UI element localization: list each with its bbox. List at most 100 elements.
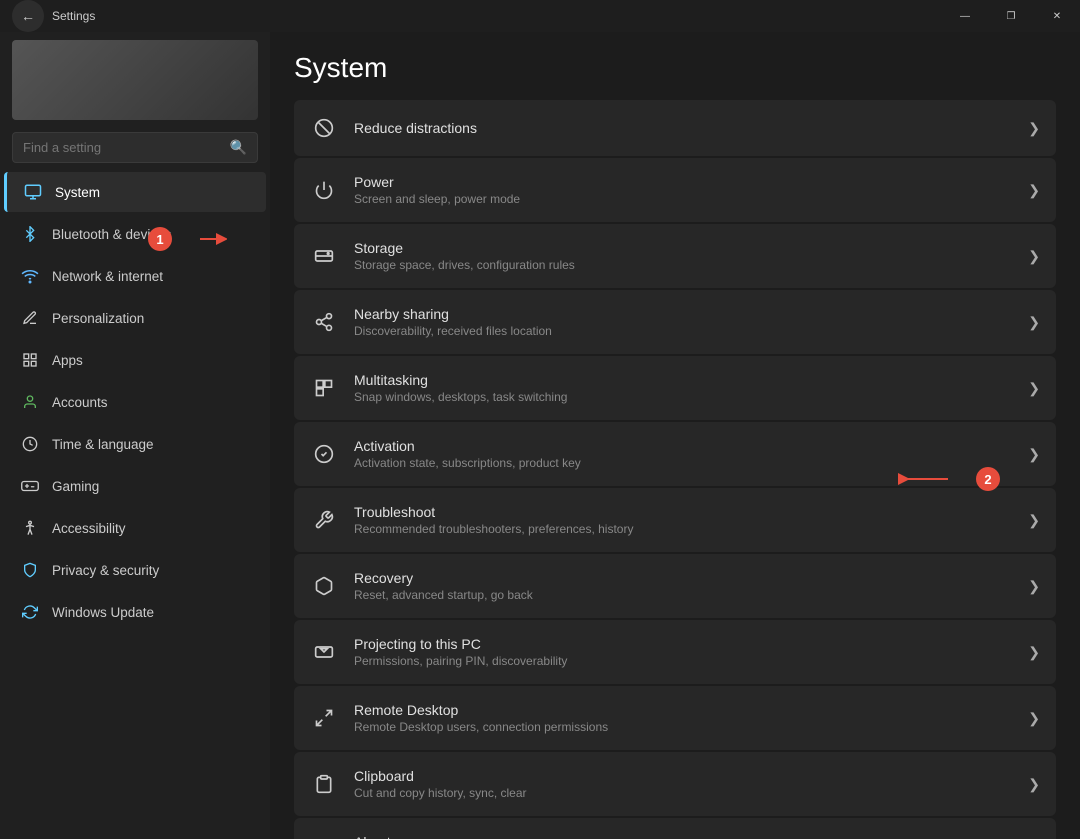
sidebar-item-update[interactable]: Windows Update — [4, 592, 266, 632]
accessibility-icon — [20, 518, 40, 538]
settings-item-subtitle: Snap windows, desktops, task switching — [354, 390, 1012, 404]
settings-list: Reduce distractions ❯ Power Screen and s… — [294, 100, 1056, 839]
time-icon — [20, 434, 40, 454]
settings-item-storage[interactable]: Storage Storage space, drives, configura… — [294, 224, 1056, 288]
sidebar-item-label: Apps — [52, 353, 83, 368]
settings-item-text: Storage Storage space, drives, configura… — [354, 240, 1012, 272]
settings-item-recovery[interactable]: Recovery Reset, advanced startup, go bac… — [294, 554, 1056, 618]
sidebar: 🔍 System Bluetooth & devices — [0, 32, 270, 839]
settings-item-subtitle: Recommended troubleshooters, preferences… — [354, 522, 1012, 536]
activation-icon — [310, 440, 338, 468]
sidebar-item-label: Gaming — [52, 479, 99, 494]
settings-item-title: About — [354, 834, 1012, 839]
troubleshoot-icon — [310, 506, 338, 534]
settings-item-clipboard[interactable]: Clipboard Cut and copy history, sync, cl… — [294, 752, 1056, 816]
sidebar-item-accounts[interactable]: Accounts — [4, 382, 266, 422]
chevron-icon: ❯ — [1028, 182, 1040, 199]
settings-item-projecting[interactable]: Projecting to this PC Permissions, pairi… — [294, 620, 1056, 684]
sidebar-item-gaming[interactable]: Gaming — [4, 466, 266, 506]
settings-item-subtitle: Discoverability, received files location — [354, 324, 1012, 338]
search-icon: 🔍 — [230, 139, 247, 156]
chevron-icon: ❯ — [1028, 776, 1040, 793]
settings-item-title: Recovery — [354, 570, 1012, 586]
sidebar-item-label: Accounts — [52, 395, 108, 410]
sidebar-item-time[interactable]: Time & language — [4, 424, 266, 464]
update-icon — [20, 602, 40, 622]
settings-item-text: Clipboard Cut and copy history, sync, cl… — [354, 768, 1012, 800]
sidebar-item-privacy[interactable]: Privacy & security — [4, 550, 266, 590]
settings-item-text: Activation Activation state, subscriptio… — [354, 438, 1012, 470]
settings-item-multitasking[interactable]: Multitasking Snap windows, desktops, tas… — [294, 356, 1056, 420]
settings-item-subtitle: Storage space, drives, configuration rul… — [354, 258, 1012, 272]
power-icon — [310, 176, 338, 204]
sidebar-item-label: Time & language — [52, 437, 154, 452]
settings-item-subtitle: Permissions, pairing PIN, discoverabilit… — [354, 654, 1012, 668]
settings-item-title: Activation — [354, 438, 1012, 454]
storage-icon — [310, 242, 338, 270]
settings-item-power[interactable]: Power Screen and sleep, power mode ❯ — [294, 158, 1056, 222]
settings-item-remote-desktop[interactable]: Remote Desktop Remote Desktop users, con… — [294, 686, 1056, 750]
page-title: System — [294, 52, 1056, 84]
bluetooth-icon — [20, 224, 40, 244]
chevron-icon: ❯ — [1028, 380, 1040, 397]
search-input[interactable] — [23, 140, 222, 155]
recovery-icon — [310, 572, 338, 600]
settings-item-title: Projecting to this PC — [354, 636, 1012, 652]
accounts-icon — [20, 392, 40, 412]
settings-item-text: Nearby sharing Discoverability, received… — [354, 306, 1012, 338]
chevron-icon: ❯ — [1028, 644, 1040, 661]
reduce-distractions-icon — [310, 114, 338, 142]
privacy-icon — [20, 560, 40, 580]
sidebar-item-label: Windows Update — [52, 605, 154, 620]
settings-item-text: About Device specifications, rename PC, … — [354, 834, 1012, 839]
settings-item-subtitle: Cut and copy history, sync, clear — [354, 786, 1012, 800]
sidebar-item-personalization[interactable]: Personalization — [4, 298, 266, 338]
sidebar-item-network[interactable]: Network & internet — [4, 256, 266, 296]
sidebar-item-accessibility[interactable]: Accessibility — [4, 508, 266, 548]
chevron-icon: ❯ — [1028, 512, 1040, 529]
remote-desktop-icon — [310, 704, 338, 732]
app-body: 🔍 System Bluetooth & devices — [0, 32, 1080, 839]
personalization-icon — [20, 308, 40, 328]
sidebar-item-label: Bluetooth & devices — [52, 227, 171, 242]
settings-item-activation[interactable]: Activation Activation state, subscriptio… — [294, 422, 1056, 486]
main-content: System Reduce distractions ❯ — [270, 32, 1080, 839]
nearby-sharing-icon — [310, 308, 338, 336]
settings-item-about[interactable]: About Device specifications, rename PC, … — [294, 818, 1056, 839]
search-box[interactable]: 🔍 — [12, 132, 258, 163]
settings-item-reduce-distractions[interactable]: Reduce distractions ❯ — [294, 100, 1056, 156]
titlebar-title: Settings — [52, 9, 95, 23]
sidebar-item-label: System — [55, 185, 100, 200]
titlebar: ← Settings — ❐ ✕ — [0, 0, 1080, 32]
chevron-icon: ❯ — [1028, 248, 1040, 265]
chevron-icon: ❯ — [1028, 446, 1040, 463]
avatar — [12, 40, 258, 120]
sidebar-item-apps[interactable]: Apps — [4, 340, 266, 380]
projecting-icon — [310, 638, 338, 666]
settings-item-title: Clipboard — [354, 768, 1012, 784]
settings-item-troubleshoot[interactable]: Troubleshoot Recommended troubleshooters… — [294, 488, 1056, 552]
apps-icon — [20, 350, 40, 370]
settings-item-subtitle: Reset, advanced startup, go back — [354, 588, 1012, 602]
close-button[interactable]: ✕ — [1034, 0, 1080, 32]
minimize-button[interactable]: — — [942, 0, 988, 32]
settings-item-text: Remote Desktop Remote Desktop users, con… — [354, 702, 1012, 734]
settings-item-text: Reduce distractions — [354, 120, 1012, 136]
chevron-icon: ❯ — [1028, 120, 1040, 137]
settings-item-title: Power — [354, 174, 1012, 190]
settings-item-subtitle: Remote Desktop users, connection permiss… — [354, 720, 1012, 734]
network-icon — [20, 266, 40, 286]
settings-item-title: Multitasking — [354, 372, 1012, 388]
settings-item-nearby-sharing[interactable]: Nearby sharing Discoverability, received… — [294, 290, 1056, 354]
settings-item-text: Multitasking Snap windows, desktops, tas… — [354, 372, 1012, 404]
settings-item-text: Projecting to this PC Permissions, pairi… — [354, 636, 1012, 668]
settings-item-title: Nearby sharing — [354, 306, 1012, 322]
clipboard-icon — [310, 770, 338, 798]
chevron-icon: ❯ — [1028, 578, 1040, 595]
sidebar-item-bluetooth[interactable]: Bluetooth & devices — [4, 214, 266, 254]
maximize-button[interactable]: ❐ — [988, 0, 1034, 32]
chevron-icon: ❯ — [1028, 314, 1040, 331]
titlebar-left: ← Settings — [12, 0, 95, 32]
sidebar-item-system[interactable]: System — [4, 172, 266, 212]
back-button[interactable]: ← — [12, 0, 44, 32]
